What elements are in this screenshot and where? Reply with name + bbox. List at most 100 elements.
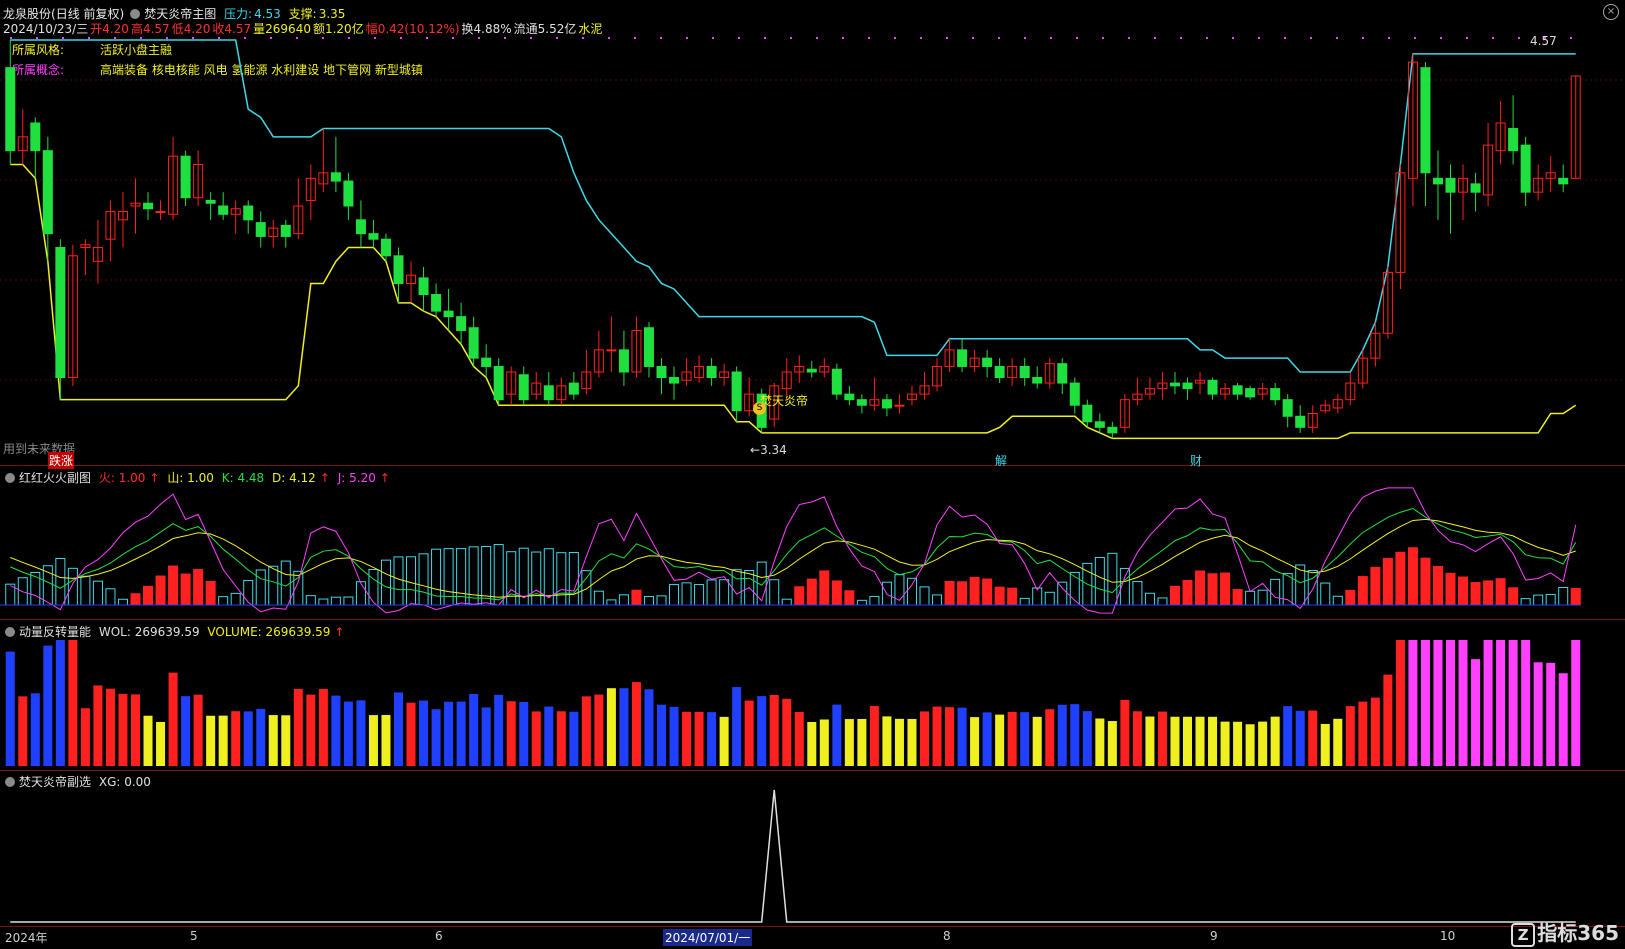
candle-body [143, 202, 154, 210]
top-dot [218, 37, 220, 39]
volume-bar [1157, 711, 1167, 766]
volume-bar [669, 706, 679, 766]
candle-body [982, 357, 993, 367]
volume-bar [744, 700, 754, 766]
sub1-bar [117, 598, 128, 606]
sub1-bar [431, 548, 442, 606]
candle-body [1207, 379, 1218, 395]
volume-bar [782, 698, 792, 766]
candle-body [706, 365, 717, 379]
xaxis-label: 2024年 [5, 931, 48, 945]
volume-bar [682, 711, 692, 766]
sub1-bar [919, 586, 930, 606]
sub1-bar [1169, 585, 1180, 606]
volume-bar [919, 711, 930, 766]
sub1-bar [30, 571, 41, 606]
tag-cai: 财 [1190, 454, 1203, 468]
top-dot [764, 37, 766, 39]
volume-bar [707, 712, 717, 766]
candle-body [1270, 388, 1281, 401]
sub1-bar [606, 599, 617, 606]
sub3-toggle-icon[interactable] [5, 777, 15, 787]
volume-bar [293, 688, 303, 766]
top-dot [582, 37, 584, 39]
sub2-title[interactable]: 动量反转量能 [19, 625, 91, 639]
sub1-line [10, 507, 1577, 601]
volume-bar [1258, 721, 1268, 766]
volume-bar [168, 672, 178, 766]
xaxis-label: 6 [435, 929, 443, 943]
volume-bar [1007, 711, 1017, 766]
sub1-bar [1245, 590, 1256, 606]
xaxis-cursor-label[interactable]: 2024/07/01/一 [663, 929, 753, 946]
sub1-bar [255, 569, 266, 606]
top-dot [1258, 37, 1260, 39]
candle-body [1082, 404, 1093, 423]
sub1-bar [318, 598, 329, 606]
sub1-bar [130, 593, 141, 606]
sub1-bar [1007, 587, 1018, 606]
volume-bar [1345, 706, 1355, 766]
panel-divider[interactable] [0, 926, 1625, 927]
volume-bar [356, 700, 366, 766]
candle-body [1057, 363, 1068, 384]
volume-bar [1558, 673, 1568, 766]
candle-body [155, 211, 166, 214]
sub1-bar [468, 546, 479, 606]
volume-bar [256, 708, 266, 766]
sub1-bar [155, 575, 166, 606]
sub1-title[interactable]: 红红火火副图 [19, 471, 91, 485]
candle-body [1182, 382, 1193, 390]
sub1-bar [794, 586, 805, 606]
sub1-bar [1495, 578, 1506, 606]
sub1-bar [305, 595, 316, 606]
volume-bar [757, 696, 767, 766]
top-dot [1102, 37, 1104, 39]
candle-body [418, 277, 429, 296]
candle-body [831, 368, 842, 395]
top-dot [426, 37, 428, 39]
candle-body [806, 368, 817, 373]
sub3-title[interactable]: 焚天炎帝副选 [19, 775, 91, 789]
candle-body [255, 222, 266, 237]
sub1-toggle-icon[interactable] [5, 473, 15, 483]
candle-body [218, 205, 229, 215]
volume-bar [1458, 640, 1468, 766]
top-dot [634, 37, 636, 39]
top-dot [1128, 37, 1130, 39]
top-dot [868, 37, 870, 39]
volume-bar [444, 701, 454, 766]
volume-bar [1508, 640, 1518, 766]
volume-bar [506, 701, 516, 766]
top-dot [816, 37, 818, 39]
candle-body [669, 377, 680, 384]
sub1-bar [944, 580, 955, 606]
panel-divider[interactable] [0, 770, 1625, 771]
candle-body [1420, 67, 1431, 174]
sub2-toggle-icon[interactable] [5, 627, 15, 637]
sub1-bar [1345, 589, 1356, 606]
volume-bar [894, 718, 904, 766]
sub1-bar [1132, 581, 1143, 606]
panel-divider[interactable] [0, 619, 1625, 620]
volume-bar [1107, 721, 1117, 766]
sub1-bar [932, 594, 943, 606]
candle-body [393, 255, 404, 284]
candle-body [1470, 183, 1481, 193]
sub1-bar [1270, 578, 1281, 606]
sub1-bar [506, 551, 517, 606]
volume-bar [982, 712, 992, 766]
volume-bar [1521, 640, 1531, 766]
panel-divider[interactable] [0, 465, 1625, 466]
buy-marker-icon[interactable]: S [753, 402, 766, 415]
top-dot [998, 37, 1000, 39]
volume-bar [882, 716, 892, 766]
sub1-bar [1508, 587, 1519, 606]
volume-bar [519, 701, 529, 766]
sub1-bar [168, 565, 179, 606]
tag-jie: 解 [995, 454, 1008, 468]
candle-body [1245, 388, 1256, 398]
top-dot [1414, 37, 1416, 39]
volume-bar [594, 694, 604, 766]
sub1-bar [1382, 557, 1393, 606]
